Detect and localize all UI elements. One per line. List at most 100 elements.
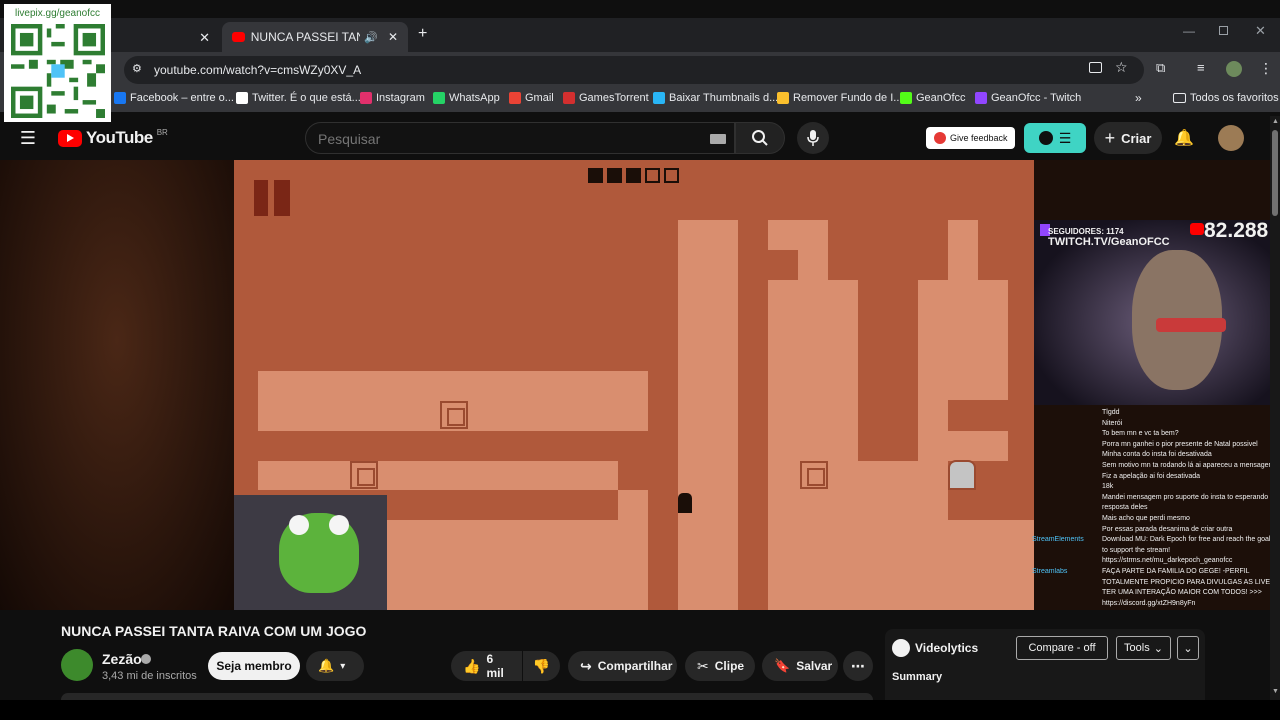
chat-text: Minha conta do insta foi desativada — [1102, 451, 1212, 459]
chevron-down-icon: ▾ — [340, 660, 346, 672]
chat-username — [1032, 409, 1098, 416]
close-icon[interactable]: ✕ — [388, 30, 398, 44]
voice-search-button[interactable] — [797, 122, 829, 154]
all-bookmarks-folder[interactable]: Todos os favoritos — [1173, 92, 1279, 104]
bookmark-whatsapp[interactable]: WhatsApp — [433, 92, 500, 104]
chat-message: Por essas parada desanima de criar outra — [1032, 526, 1232, 533]
kermit-eye — [329, 515, 349, 535]
bell-icon: 🔔 — [318, 658, 335, 673]
keyboard-icon[interactable] — [710, 134, 726, 144]
youtube-wordmark: YouTube — [86, 128, 153, 147]
chat-message: Fiz a apelação ai foi desativada — [1032, 473, 1200, 480]
instagram-icon — [360, 92, 372, 104]
compare-toggle[interactable]: Compare - off — [1016, 636, 1108, 660]
account-avatar[interactable] — [1218, 125, 1244, 151]
chat-text: to support the stream! — [1102, 546, 1171, 554]
share-button[interactable]: ↪ Compartilhar — [568, 651, 677, 681]
game-wall — [258, 461, 618, 490]
address-bar: ⚙ youtube.com/watch?v=cmsWZy0XV_A ☆ ⧉ ≡ … — [0, 52, 1280, 88]
clip-button[interactable]: ✂ Clipe — [685, 651, 755, 681]
youtube-play-icon — [58, 129, 82, 147]
videolytics-menu-button[interactable]: ☰ — [1024, 123, 1086, 153]
tab-active[interactable]: NUNCA PASSEI TANTA RAIVA 🔊 ✕ — [222, 22, 408, 52]
speaker-icon[interactable]: 🔊 — [364, 31, 378, 44]
chat-message: Niterói — [1032, 420, 1122, 427]
bookmark-remove-bg[interactable]: Remover Fundo de I... — [777, 92, 902, 104]
chat-message: Mais acho que perdi mesmo — [1032, 515, 1190, 522]
remove-bg-icon — [777, 92, 789, 104]
minimize-icon[interactable]: — — [1183, 24, 1195, 38]
url-text[interactable]: youtube.com/watch?v=cmsWZy0XV_A — [154, 63, 361, 77]
scroll-down-icon[interactable]: ▼ — [1272, 688, 1279, 695]
channel-name[interactable]: Zezão — [102, 651, 142, 667]
tab-bar: ✕ NUNCA PASSEI TANTA RAIVA 🔊 ✕ + — ✕ — [0, 18, 1280, 52]
description-box[interactable] — [61, 693, 873, 700]
videolytics-title: Videolytics — [915, 641, 979, 655]
page-scrollbar[interactable]: ▲ ▼ — [1270, 116, 1280, 700]
bookmark-twitter[interactable]: Twitter. É o que está... — [236, 92, 361, 104]
bookmark-kick[interactable]: GeanOfcc — [900, 92, 966, 104]
chat-message: Mandei mensagem pro suporte do insta to … — [1032, 494, 1270, 501]
chat-message: TOTALMENTE PROPICIO PARA DIVULGAS AS LIV… — [1032, 579, 1270, 586]
game-wall — [768, 280, 858, 610]
qr-code-icon — [11, 24, 105, 118]
restore-icon[interactable] — [1219, 26, 1228, 35]
join-button[interactable]: Seja membro — [208, 652, 300, 680]
search-button[interactable] — [735, 122, 785, 154]
chat-message: resposta deles — [1032, 504, 1148, 511]
create-button[interactable]: + Criar — [1094, 122, 1162, 154]
channel-avatar[interactable] — [61, 649, 93, 681]
bookmark-gmail[interactable]: Gmail — [509, 92, 554, 104]
give-feedback-button[interactable]: Give feedback — [926, 127, 1015, 149]
chat-text: https://discord.gg/xtZH9n8yFn — [1102, 599, 1196, 607]
verified-badge-icon — [141, 654, 151, 664]
bookmark-twitch[interactable]: GeanOfcc - Twitch — [975, 92, 1081, 104]
target-square-icon — [440, 401, 468, 429]
search-box[interactable] — [305, 122, 735, 154]
game-wall — [918, 520, 1034, 610]
profile-avatar[interactable] — [1226, 61, 1242, 77]
hamburger-menu-icon[interactable]: ☰ — [18, 128, 38, 148]
qr-code-overlay: livepix.gg/geanofcc — [4, 4, 111, 122]
bookmark-instagram[interactable]: Instagram — [360, 92, 425, 104]
chat-text: Mais acho que perdi mesmo — [1102, 515, 1190, 522]
dislike-button[interactable]: 👎 — [523, 651, 560, 681]
video-player[interactable]: SEGUIDORES: 1174 TWITCH.TV/GeanOFCC 82.2… — [0, 160, 1270, 610]
level-progress — [588, 168, 679, 183]
youtube-favicon-icon — [232, 32, 245, 42]
bookmark-star-icon[interactable]: ☆ — [1115, 59, 1128, 76]
chat-message: StreamElements Download MU: Dark Epoch fo… — [1032, 536, 1270, 543]
new-tab-icon[interactable]: + — [418, 25, 427, 43]
bookmark-gamestorrent[interactable]: GamesTorrent — [563, 92, 649, 104]
collapse-dropdown[interactable]: ⌄ — [1177, 636, 1199, 660]
close-icon[interactable]: ✕ — [199, 30, 210, 46]
save-button[interactable]: 🔖 Salvar — [762, 651, 838, 681]
tab-previous[interactable]: ✕ — [112, 22, 218, 52]
like-button[interactable]: 👍 6 mil — [451, 651, 522, 681]
taskbar — [0, 700, 1280, 720]
menu-lines-icon: ☰ — [1058, 129, 1072, 146]
thumbs-up-icon: 👍 — [463, 657, 481, 674]
scrollbar-thumb[interactable] — [1272, 130, 1278, 216]
notification-bell-dropdown[interactable]: 🔔 ▾ — [306, 651, 364, 681]
extensions-icon[interactable]: ⧉ — [1156, 60, 1165, 76]
chat-text: TOTALMENTE PROPICIO PARA DIVULGAS AS LIV… — [1102, 578, 1270, 586]
search-input[interactable] — [318, 129, 698, 149]
chevron-down-icon: ⌄ — [1183, 642, 1193, 655]
media-controls-icon[interactable]: ≡ — [1197, 60, 1205, 75]
more-actions-button[interactable]: ⋯ — [843, 651, 873, 681]
notifications-bell-icon[interactable]: 🔔 — [1174, 128, 1194, 148]
bookmark-facebook[interactable]: Facebook – entre o... — [114, 92, 234, 104]
scroll-up-icon[interactable]: ▲ — [1272, 118, 1279, 125]
close-window-icon[interactable]: ✕ — [1255, 23, 1266, 39]
chat-username — [1032, 557, 1098, 564]
more-bookmarks-icon[interactable]: » — [1135, 91, 1142, 105]
tools-dropdown[interactable]: Tools ⌄ — [1116, 636, 1171, 660]
menu-dots-icon[interactable]: ⋮ — [1259, 60, 1273, 77]
bookmark-thumbnails[interactable]: Baixar Thumbnails d... — [653, 92, 778, 104]
site-info-icon[interactable]: ⚙ — [132, 62, 142, 75]
install-app-icon[interactable] — [1089, 62, 1102, 73]
pause-icon-bar — [274, 180, 290, 216]
live-indicator-icon — [1190, 223, 1204, 235]
youtube-logo[interactable]: YouTube BR — [58, 128, 168, 148]
